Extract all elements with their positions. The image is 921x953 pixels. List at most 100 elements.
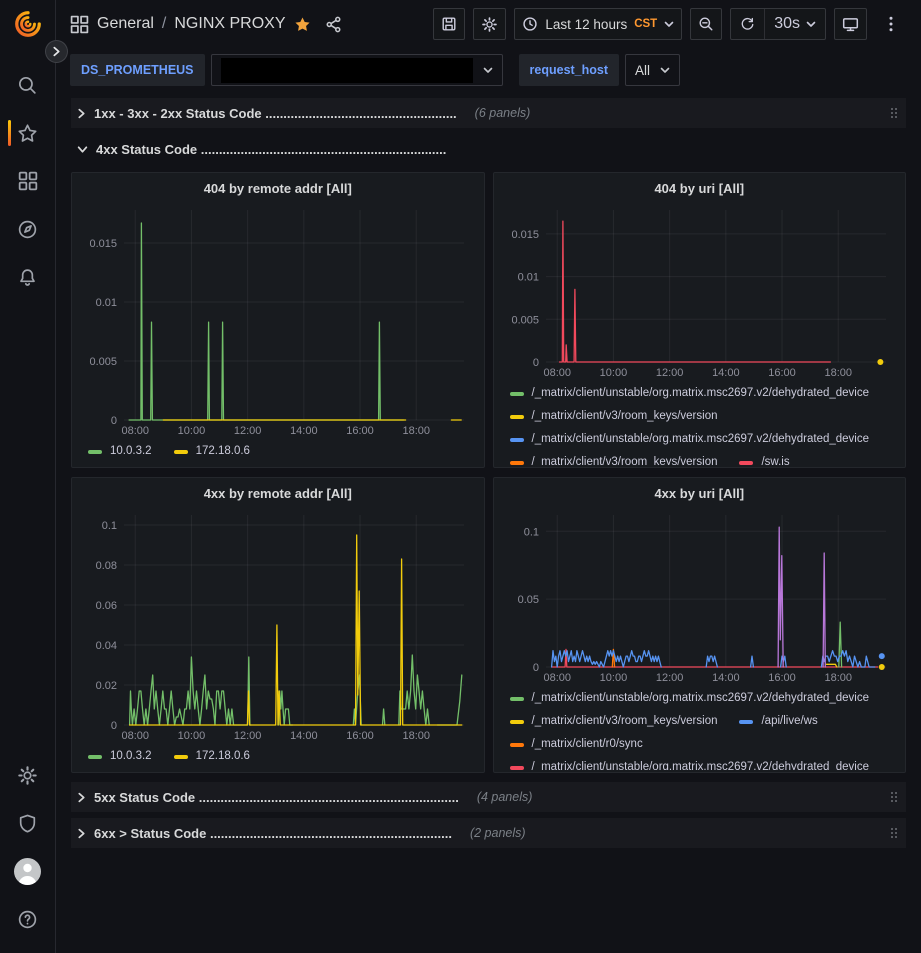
kebab-icon: [889, 16, 893, 32]
legend-item[interactable]: 172.18.0.6: [174, 440, 250, 463]
cycle-view-mode-button[interactable]: [834, 8, 867, 40]
legend-label: /sw.js: [761, 451, 789, 465]
legend-item[interactable]: 10.0.3.2: [88, 440, 152, 463]
sidebar-item-alerting[interactable]: [0, 253, 56, 301]
grafana-logo[interactable]: [13, 9, 43, 39]
svg-text:14:00: 14:00: [290, 425, 318, 437]
sidebar: [0, 0, 56, 953]
sidebar-item-admin[interactable]: [0, 799, 56, 847]
svg-text:14:00: 14:00: [712, 367, 740, 379]
favorite-star-button[interactable]: [294, 16, 311, 33]
datasource-value-redacted: [221, 58, 473, 83]
row-drag-handle[interactable]: [890, 827, 898, 839]
panel-title[interactable]: 4xx by remote addr [All]: [82, 483, 474, 507]
timeseries-chart[interactable]: 08:0010:0012:0014:0016:0018:0000.0050.01…: [504, 202, 896, 381]
refresh-group: 30s: [730, 8, 826, 40]
sidebar-item-help[interactable]: [0, 895, 56, 943]
svg-text:10:00: 10:00: [599, 367, 627, 379]
main-area: General / NGINX PROXY: [56, 0, 921, 953]
dashboard-header: General / NGINX PROXY: [56, 0, 921, 48]
help-icon: [17, 909, 38, 930]
legend-item[interactable]: /_matrix/client/unstable/org.matrix.msc2…: [510, 687, 870, 710]
row-header-4xx[interactable]: 4xx Status Code ........................…: [71, 134, 906, 164]
svg-text:0.1: 0.1: [102, 520, 117, 532]
chevron-down-icon: [77, 145, 88, 154]
time-range-picker[interactable]: Last 12 hours CST: [514, 8, 682, 40]
svg-text:0.005: 0.005: [89, 356, 117, 368]
legend-item[interactable]: /_matrix/client/r0/sync: [510, 733, 643, 756]
timeseries-chart[interactable]: 08:0010:0012:0014:0016:0018:0000.0050.01…: [82, 202, 474, 439]
sidebar-item-explore[interactable]: [0, 205, 56, 253]
row-header-1xx-3xx-2xx[interactable]: 1xx - 3xx - 2xx Status Code ............…: [71, 98, 906, 128]
svg-text:0.015: 0.015: [511, 229, 539, 241]
sidebar-item-starred[interactable]: [0, 109, 56, 157]
row-drag-handle[interactable]: [890, 791, 898, 803]
legend-label: 172.18.0.6: [196, 745, 250, 768]
legend-swatch: [510, 766, 524, 770]
legend-item[interactable]: /api/live/ws: [739, 710, 817, 733]
timeseries-chart[interactable]: 08:0010:0012:0014:0016:0018:0000.050.1: [504, 507, 896, 686]
breadcrumb-section[interactable]: General: [97, 15, 154, 33]
legend-item[interactable]: /_matrix/client/unstable/org.matrix.msc2…: [510, 428, 870, 451]
legend-item[interactable]: /_matrix/client/v3/room_keys/version: [510, 710, 718, 733]
save-dashboard-button[interactable]: [433, 8, 465, 40]
svg-text:10:00: 10:00: [599, 672, 627, 684]
sidebar-item-search[interactable]: [0, 61, 56, 109]
panel-title[interactable]: 4xx by uri [All]: [504, 483, 896, 507]
timeseries-chart[interactable]: 08:0010:0012:0014:0016:0018:0000.020.040…: [82, 507, 474, 744]
panel-title[interactable]: 404 by uri [All]: [504, 178, 896, 202]
svg-text:16:00: 16:00: [768, 367, 796, 379]
row-header-6xx[interactable]: 6xx > Status Code ......................…: [71, 818, 906, 848]
zoom-out-time-button[interactable]: [690, 8, 722, 40]
alerting-bell-icon: [17, 267, 38, 288]
sidebar-expand-button[interactable]: [45, 40, 68, 63]
svg-text:0.04: 0.04: [96, 640, 117, 652]
svg-text:12:00: 12:00: [234, 425, 262, 437]
variable-label-ds-prometheus: DS_PROMETHEUS: [70, 54, 205, 86]
legend-item[interactable]: /_matrix/client/v3/room_keys/version: [510, 405, 718, 428]
svg-text:14:00: 14:00: [712, 672, 740, 684]
panel-title[interactable]: 404 by remote addr [All]: [82, 178, 474, 202]
panel-legend: /_matrix/client/unstable/org.matrix.msc2…: [504, 381, 896, 465]
legend-item[interactable]: /_matrix/client/v3/room_keys/version: [510, 451, 718, 465]
chevron-right-icon: [77, 108, 86, 119]
legend-swatch: [510, 720, 524, 724]
sidebar-item-configuration[interactable]: [0, 751, 56, 799]
legend-item[interactable]: 10.0.3.2: [88, 745, 152, 768]
legend-item[interactable]: /_matrix/client/unstable/org.matrix.msc2…: [510, 382, 870, 405]
row-drag-handle[interactable]: [890, 107, 898, 119]
explore-compass-icon: [17, 219, 38, 240]
svg-text:18:00: 18:00: [824, 672, 852, 684]
row-panel-count: (4 panels): [477, 790, 533, 804]
refresh-dashboard-button[interactable]: [731, 9, 764, 39]
row-panel-count: (2 panels): [470, 826, 526, 840]
svg-text:16:00: 16:00: [346, 425, 374, 437]
legend-label: /_matrix/client/v3/room_keys/version: [532, 405, 718, 428]
refresh-interval-picker[interactable]: 30s: [764, 9, 825, 39]
dashboard-settings-button[interactable]: [473, 8, 506, 40]
request-host-value: All: [635, 63, 650, 78]
panel-404-by-uri: 404 by uri [All] 08:0010:0012:0014:0016:…: [493, 172, 907, 468]
sidebar-item-profile[interactable]: [0, 847, 56, 895]
panel-legend: /_matrix/client/unstable/org.matrix.msc2…: [504, 686, 896, 770]
legend-item[interactable]: /sw.js: [739, 451, 789, 465]
chevron-down-icon: [664, 21, 674, 28]
legend-item[interactable]: 172.18.0.6: [174, 745, 250, 768]
panel-row-4xx: 4xx by remote addr [All] 08:0010:0012:00…: [71, 477, 906, 773]
datasource-picker[interactable]: [211, 54, 503, 86]
header-actions: Last 12 hours CST: [433, 8, 907, 40]
more-options-button[interactable]: [875, 8, 907, 40]
dashboard-canvas: 1xx - 3xx - 2xx Status Code ............…: [56, 94, 921, 953]
share-dashboard-button[interactable]: [325, 16, 342, 33]
svg-text:12:00: 12:00: [234, 730, 262, 742]
timezone-label: CST: [634, 18, 657, 30]
svg-text:0: 0: [532, 357, 538, 369]
legend-item[interactable]: /_matrix/client/unstable/org.matrix.msc2…: [510, 756, 870, 770]
sidebar-item-dashboards[interactable]: [0, 157, 56, 205]
row-header-5xx[interactable]: 5xx Status Code ........................…: [71, 782, 906, 812]
svg-text:18:00: 18:00: [402, 730, 430, 742]
svg-text:10:00: 10:00: [178, 730, 206, 742]
apps-grid-icon[interactable]: [70, 15, 89, 34]
legend-swatch: [510, 697, 524, 701]
request-host-picker[interactable]: All: [625, 54, 680, 86]
